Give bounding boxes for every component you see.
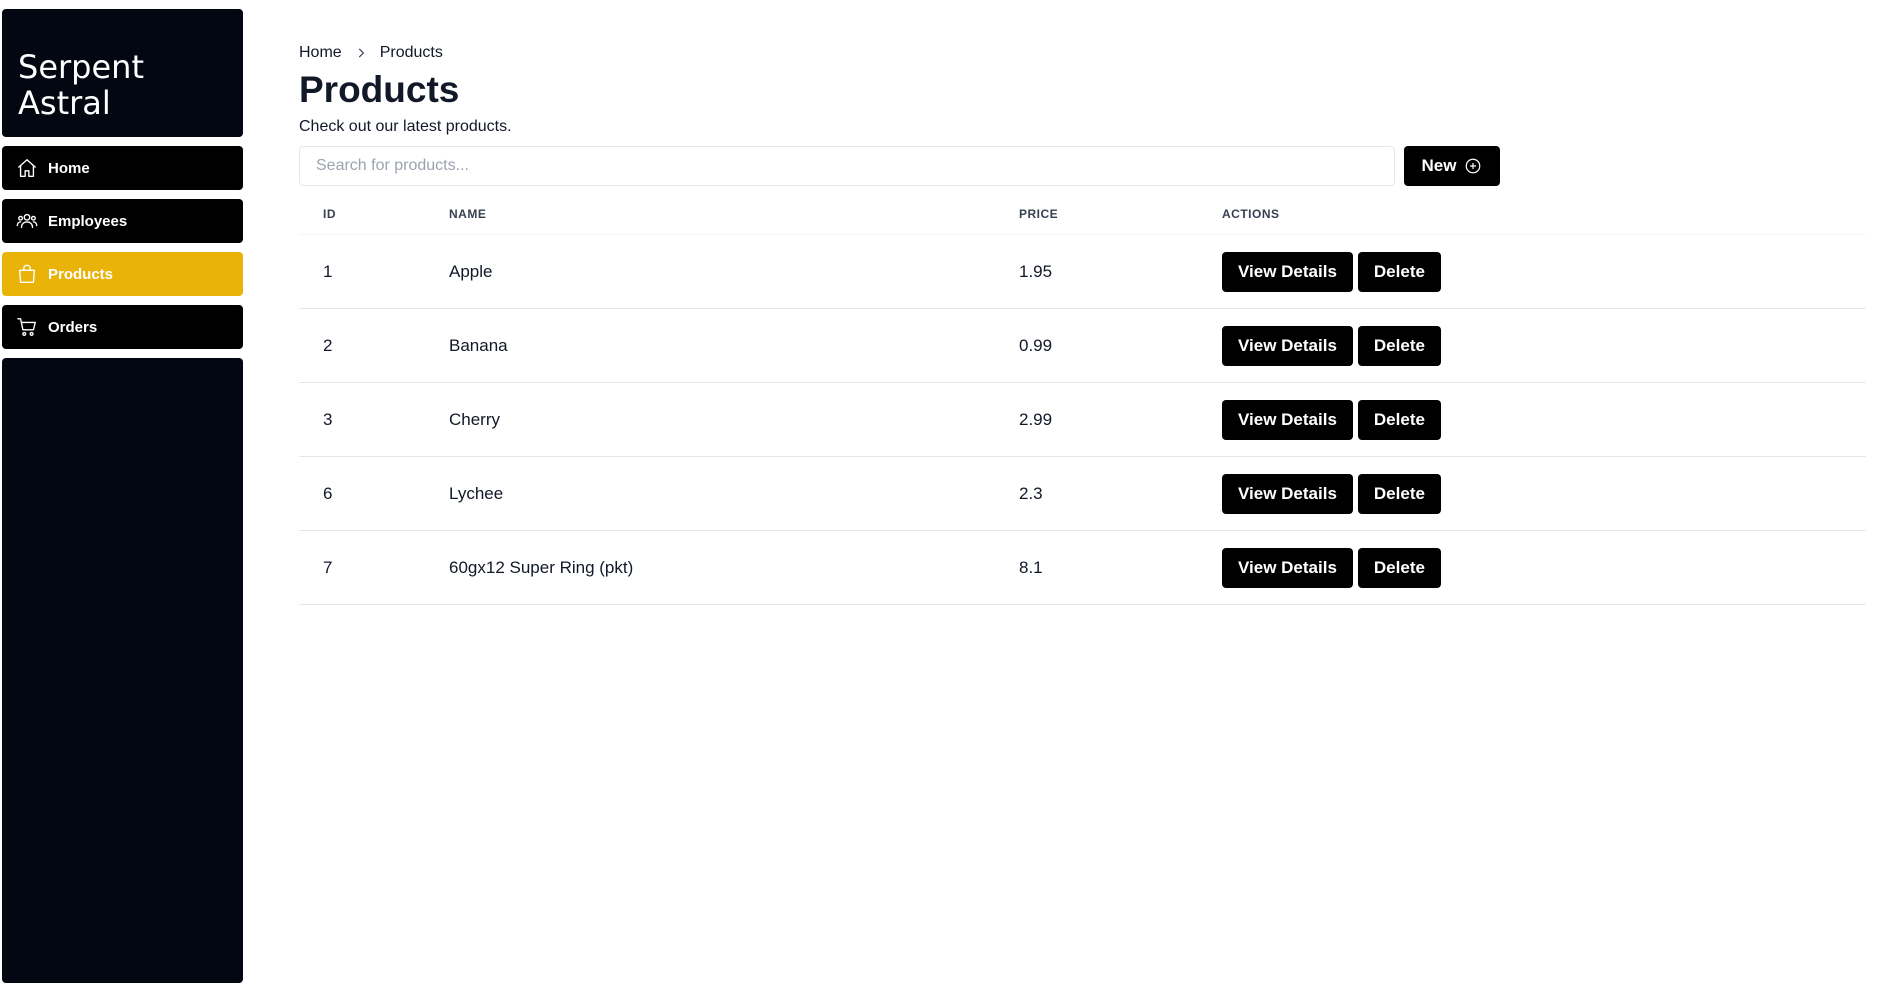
column-header-price[interactable]: PRICE: [1019, 194, 1222, 235]
table-row: 1 Apple 1.95 View Details Delete: [299, 234, 1866, 309]
cell-price: 8.1: [1019, 530, 1222, 605]
cell-name: Apple: [449, 234, 1019, 309]
products-table: ID NAME PRICE ACTIONS 1 Apple 1.95 View …: [299, 194, 1866, 605]
view-details-button[interactable]: View Details: [1222, 473, 1353, 514]
toolbar: New: [299, 146, 1866, 186]
delete-button[interactable]: Delete: [1357, 325, 1441, 366]
breadcrumb-current: Products: [379, 44, 443, 61]
cell-name: Banana: [449, 308, 1019, 383]
column-header-id[interactable]: ID: [299, 194, 449, 235]
sidebar-item-products[interactable]: Products: [2, 252, 243, 296]
sidebar-panel: [2, 358, 243, 983]
sidebar-item-orders[interactable]: Orders: [2, 305, 243, 349]
table-row: 2 Banana 0.99 View Details Delete: [299, 308, 1866, 383]
home-icon: [16, 157, 38, 179]
cell-id: 7: [299, 530, 449, 605]
cell-actions: View Details Delete: [1222, 382, 1866, 457]
cell-price: 2.99: [1019, 382, 1222, 457]
cell-price: 0.99: [1019, 308, 1222, 383]
sidebar-item-label: Products: [48, 265, 114, 283]
cart-icon: [16, 316, 38, 338]
brand-logo[interactable]: Serpent Astral: [2, 9, 243, 137]
shopping-bag-icon: [16, 263, 38, 285]
cell-id: 6: [299, 456, 449, 531]
new-button-label: New: [1421, 156, 1457, 175]
brand-name-line2: Astral: [18, 84, 111, 122]
table-row: 6 Lychee 2.3 View Details Delete: [299, 456, 1866, 531]
cell-id: 2: [299, 308, 449, 383]
users-icon: [16, 210, 38, 232]
cell-id: 1: [299, 234, 449, 309]
plus-circle-icon: [1466, 158, 1481, 174]
sidebar-item-employees[interactable]: Employees: [2, 199, 243, 243]
cell-name: 60gx12 Super Ring (pkt): [449, 530, 1019, 605]
breadcrumb: Home Products: [299, 42, 1866, 64]
search-input[interactable]: [299, 146, 1395, 186]
cell-price: 1.95: [1019, 234, 1222, 309]
view-details-button[interactable]: View Details: [1222, 251, 1353, 292]
sidebar: Serpent Astral Home Employees Products O…: [2, 9, 243, 983]
cell-actions: View Details Delete: [1222, 308, 1866, 383]
breadcrumb-home-link[interactable]: Home: [299, 44, 342, 62]
sidebar-item-label: Home: [48, 159, 90, 177]
sidebar-item-home[interactable]: Home: [2, 146, 243, 190]
delete-button[interactable]: Delete: [1357, 251, 1441, 292]
chevron-right-icon: [354, 46, 368, 60]
column-header-name[interactable]: NAME: [449, 194, 1019, 235]
cell-price: 2.3: [1019, 456, 1222, 531]
main-content: Home Products Products Check out our lat…: [299, 42, 1866, 605]
cell-actions: View Details Delete: [1222, 456, 1866, 531]
delete-button[interactable]: Delete: [1357, 399, 1441, 440]
view-details-button[interactable]: View Details: [1222, 547, 1353, 588]
cell-id: 3: [299, 382, 449, 457]
page-subtitle: Check out our latest products.: [299, 118, 512, 135]
cell-name: Cherry: [449, 382, 1019, 457]
sidebar-item-label: Employees: [48, 212, 128, 230]
new-product-button[interactable]: New: [1404, 146, 1500, 186]
brand-name-line1: Serpent: [18, 48, 144, 86]
cell-actions: View Details Delete: [1222, 530, 1866, 605]
page-title: Products: [299, 69, 460, 110]
cell-name: Lychee: [449, 456, 1019, 531]
delete-button[interactable]: Delete: [1357, 547, 1441, 588]
cell-actions: View Details Delete: [1222, 234, 1866, 309]
delete-button[interactable]: Delete: [1357, 473, 1441, 514]
view-details-button[interactable]: View Details: [1222, 325, 1353, 366]
view-details-button[interactable]: View Details: [1222, 399, 1353, 440]
column-header-actions: ACTIONS: [1222, 194, 1866, 235]
table-row: 7 60gx12 Super Ring (pkt) 8.1 View Detai…: [299, 530, 1866, 605]
sidebar-item-label: Orders: [48, 318, 98, 336]
table-row: 3 Cherry 2.99 View Details Delete: [299, 382, 1866, 457]
table-header-row: ID NAME PRICE ACTIONS: [299, 194, 1866, 235]
